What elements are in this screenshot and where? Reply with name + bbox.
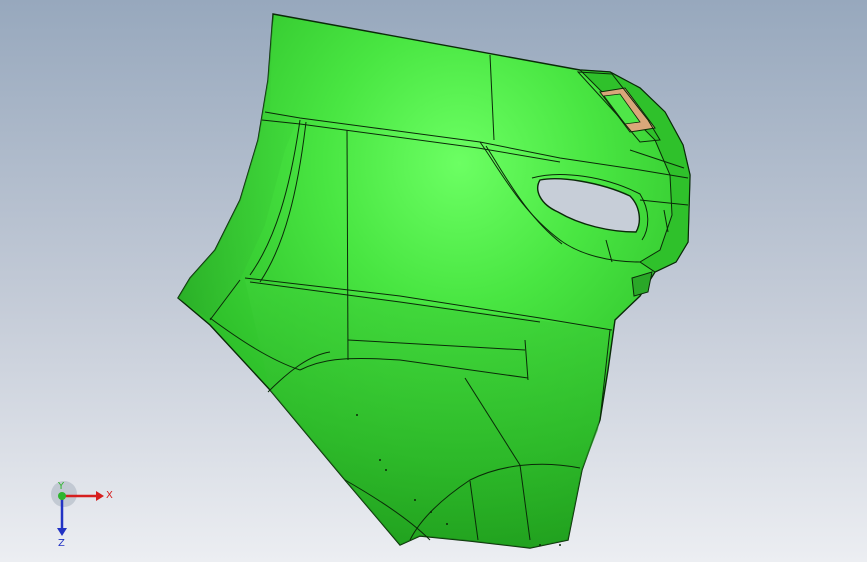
x-axis-label: X (106, 490, 113, 501)
axis-triad: X Y Z (51, 481, 113, 549)
cad-3d-viewport[interactable]: X Y Z (0, 0, 867, 562)
y-axis-label: Y (57, 481, 65, 492)
x-axis-arrowhead (96, 491, 104, 501)
3d-model-view[interactable] (0, 0, 867, 562)
z-axis-label: Z (58, 538, 65, 549)
y-axis-dot (58, 492, 66, 500)
z-axis-arrowhead (57, 528, 67, 536)
